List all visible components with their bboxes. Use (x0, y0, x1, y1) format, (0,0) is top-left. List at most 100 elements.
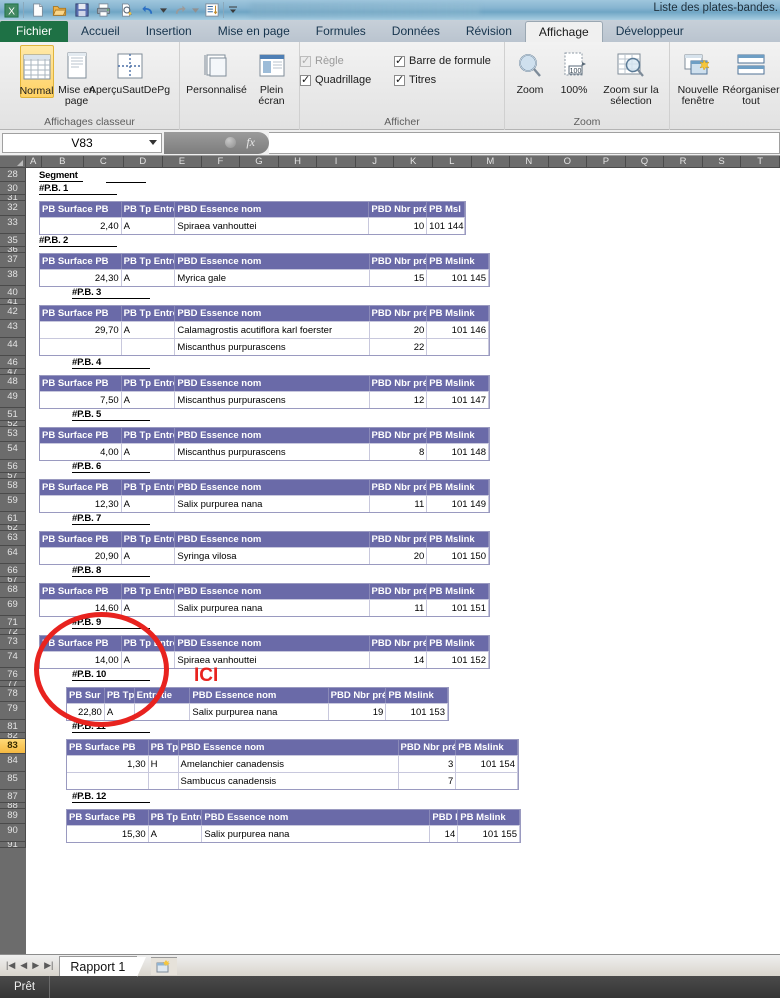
column-header-J[interactable]: J (355, 156, 395, 168)
pb-table-6[interactable]: PB Surface PBPB Tp EntretiePBD Essence n… (39, 479, 490, 513)
barre-de-formule-checkbox[interactable] (394, 54, 405, 67)
row-header-59[interactable]: 59 (0, 494, 26, 512)
view-normal-button[interactable]: Normal (19, 45, 54, 98)
new-window-button[interactable]: Nouvelle fenêtre (673, 45, 723, 107)
new-icon[interactable] (27, 1, 48, 20)
row-header-61[interactable]: 61 (0, 512, 26, 525)
row-header-53[interactable]: 53 (0, 427, 26, 442)
row-header-76[interactable]: 76 (0, 668, 26, 681)
row-header-38[interactable]: 38 (0, 268, 26, 286)
row-header-79[interactable]: 79 (0, 702, 26, 720)
pb-table-3[interactable]: PB Surface PBPB Tp EntretiePBD Essence n… (39, 305, 490, 356)
save-icon[interactable] (71, 1, 92, 20)
column-header-D[interactable]: D (123, 156, 164, 168)
undo-icon[interactable] (137, 1, 158, 20)
column-header-Q[interactable]: Q (625, 156, 665, 168)
table-row[interactable]: 7,50 A Miscanthus purpurascens 12 101 147 (40, 391, 489, 408)
row-header-85[interactable]: 85 (0, 772, 26, 790)
row-header-48[interactable]: 48 (0, 375, 26, 390)
zoom-selection-button[interactable]: Zoom sur la sélection (596, 45, 666, 107)
tab-formules[interactable]: Formules (303, 21, 379, 42)
column-header-B[interactable]: B (41, 156, 85, 168)
row-header-58[interactable]: 58 (0, 479, 26, 494)
row-header-81[interactable]: 81 (0, 720, 26, 733)
tab-accueil[interactable]: Accueil (68, 21, 133, 42)
row-header-56[interactable]: 56 (0, 460, 26, 473)
pb-table-2[interactable]: PB Surface PBPB Tp EntretiePBD Essence n… (39, 253, 490, 287)
redo-dropdown-icon[interactable] (191, 1, 200, 20)
table-row[interactable]: 22,80 A Salix purpurea nana 19 101 153 (67, 703, 448, 720)
pb-table-1[interactable]: PB Surface PBPB Tp EntretiePBD Essence n… (39, 201, 466, 235)
name-box[interactable]: V83 (2, 132, 162, 153)
table-row[interactable]: 1,30 H Amelanchier canadensis 3 101 154 (67, 755, 518, 772)
pb-table-5[interactable]: PB Surface PBPB Tp EntretiePBD Essence n… (39, 427, 490, 461)
column-header-L[interactable]: L (432, 156, 472, 168)
checkbox-row-titres[interactable]: Titres (394, 73, 504, 86)
row-header-28[interactable]: 28 (0, 168, 26, 182)
table-row[interactable]: Miscanthus purpurascens 22 (40, 338, 489, 355)
checkbox-row-quadrillage[interactable]: Quadrillage (300, 73, 392, 86)
column-header-A[interactable]: A (25, 156, 42, 168)
prev-sheet-icon[interactable]: ◀ (20, 960, 27, 971)
redo-icon[interactable] (169, 1, 190, 20)
row-header-90[interactable]: 90 (0, 824, 26, 842)
pb-table-12[interactable]: PB Surface PBPB Tp EntretiePBD Essence n… (66, 809, 521, 843)
column-header-H[interactable]: H (278, 156, 318, 168)
pb-table-9[interactable]: PB Surface PBPB Tp EntretiePBD Essence n… (39, 635, 490, 669)
row-header-64[interactable]: 64 (0, 546, 26, 564)
pb-table-4[interactable]: PB Surface PBPB Tp EntretiePBD Essence n… (39, 375, 490, 409)
next-sheet-icon[interactable]: ▶ (32, 960, 39, 971)
tab-affichage[interactable]: Affichage (524, 21, 603, 42)
zoom-button[interactable]: Zoom (508, 45, 552, 96)
view-fullscreen-button[interactable]: Plein écran (250, 45, 294, 107)
row-header-35[interactable]: 35 (0, 234, 26, 247)
sheet-content[interactable]: Segment#P.B. 1PB Surface PBPB Tp Entreti… (26, 168, 780, 954)
sheet-nav-buttons[interactable]: |◀ ◀ ▶ ▶| (0, 960, 59, 971)
row-header-51[interactable]: 51 (0, 408, 26, 421)
quick-access-toolbar[interactable]: X (0, 0, 239, 20)
row-header-46[interactable]: 46 (0, 356, 26, 369)
row-header-63[interactable]: 63 (0, 531, 26, 546)
row-header-33[interactable]: 33 (0, 216, 26, 234)
row-header-78[interactable]: 78 (0, 687, 26, 702)
pb-table-8[interactable]: PB Surface PBPB Tp EntretiePBD Essence n… (39, 583, 490, 617)
table-row[interactable]: 29,70 A Calamagrostis acutiflora karl foer… (40, 321, 489, 338)
table-row[interactable]: 24,30 A Myrica gale 15 101 145 (40, 269, 489, 286)
row-header-30[interactable]: 30 (0, 182, 26, 195)
column-header-M[interactable]: M (471, 156, 511, 168)
row-header-54[interactable]: 54 (0, 442, 26, 460)
first-sheet-icon[interactable]: |◀ (6, 960, 15, 971)
column-header-R[interactable]: R (664, 156, 703, 168)
tab-insertion[interactable]: Insertion (133, 21, 205, 42)
row-header-32[interactable]: 32 (0, 201, 26, 216)
new-sheet-icon[interactable] (151, 956, 178, 975)
table-row[interactable]: 20,90 A Syringa vilosa 20 101 150 (40, 547, 489, 564)
sort-icon[interactable] (201, 1, 222, 20)
last-sheet-icon[interactable]: ▶| (44, 960, 53, 971)
regle-checkbox[interactable] (300, 54, 311, 67)
row-header-71[interactable]: 71 (0, 616, 26, 629)
print-preview-icon[interactable] (115, 1, 136, 20)
view-page-layout-button[interactable]: Mise en page (56, 45, 98, 107)
row-header-69[interactable]: 69 (0, 598, 26, 616)
row-header-87[interactable]: 87 (0, 790, 26, 803)
column-headers[interactable]: A B C D E F G H I J K L M N O P Q R S T (0, 156, 780, 168)
column-header-N[interactable]: N (510, 156, 549, 168)
row-header-37[interactable]: 37 (0, 253, 26, 268)
row-header-43[interactable]: 43 (0, 320, 26, 338)
row-header-66[interactable]: 66 (0, 564, 26, 577)
tab-donnees[interactable]: Données (379, 21, 453, 42)
table-row[interactable]: 12,30 A Salix purpurea nana 11 101 149 (40, 495, 489, 512)
qat-dropdown-icon[interactable] (227, 1, 239, 20)
table-row[interactable]: 14,60 A Salix purpurea nana 11 101 151 (40, 599, 489, 616)
row-header-91[interactable]: 91 (0, 842, 26, 848)
row-header-83[interactable]: 83 (0, 739, 26, 754)
checkbox-row-regle[interactable]: Règle (300, 54, 392, 67)
pb-table-10[interactable]: PB Sur PB Tp Entretie PBD Essence nom PBD Nb… (66, 687, 449, 721)
pb-table-7[interactable]: PB Surface PBPB Tp EntretiePBD Essence n… (39, 531, 490, 565)
sheet-tab-rapport-1[interactable]: Rapport 1 (59, 955, 147, 977)
column-header-O[interactable]: O (548, 156, 588, 168)
insert-function-round-button[interactable] (225, 137, 237, 148)
undo-dropdown-icon[interactable] (159, 1, 168, 20)
chevron-down-icon[interactable] (149, 139, 157, 145)
